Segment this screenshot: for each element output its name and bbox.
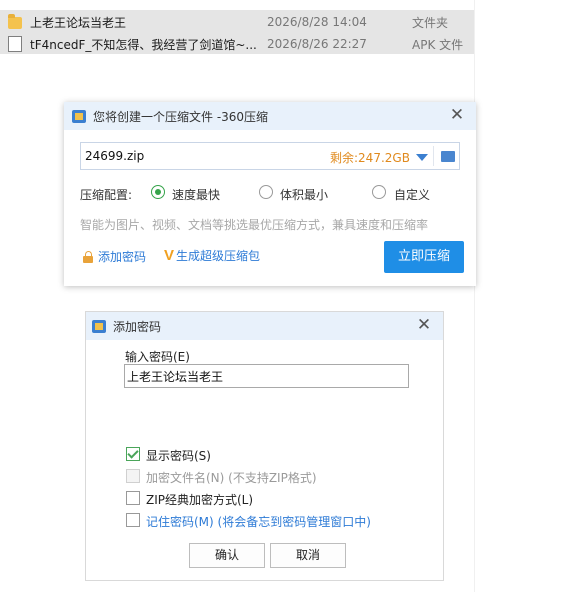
compress-dialog-title: 您将创建一个压缩文件 -360压缩 [93,109,269,124]
radio-custom[interactable] [372,185,386,199]
compress-dialog-titlebar[interactable]: 您将创建一个压缩文件 -360压缩 ✕ [64,102,476,130]
archive-path-field[interactable]: 24699.zip 剩余:247.2GB [80,142,460,170]
radio-fastest[interactable] [151,185,165,199]
radio-custom-label[interactable]: 自定义 [394,186,430,203]
file-row[interactable]: tF4ncedF_不知怎得、我经营了剑道馆~... 2026/8/26 22:2… [5,33,474,55]
confirm-button[interactable]: 确认 [189,543,265,568]
password-dialog-titlebar[interactable]: 添加密码 ✕ [86,312,443,340]
close-icon[interactable]: ✕ [415,316,433,334]
show-password-label[interactable]: 显示密码(S) [146,447,211,464]
lock-icon [82,250,94,263]
folder-icon [441,151,455,162]
folder-icon [8,14,22,29]
vip-icon: V [164,247,175,264]
radio-smallest[interactable] [259,185,273,199]
password-input-label: 输入密码(E) [125,350,190,364]
show-password-checkbox[interactable] [126,447,140,461]
encrypt-filenames-label: 加密文件名(N) (不支持ZIP格式) [146,471,317,485]
add-password-label[interactable]: 添加密码 [98,248,146,265]
compress-dialog: 您将创建一个压缩文件 -360压缩 ✕ 24699.zip 剩余:247.2GB… [64,102,476,286]
cancel-button[interactable]: 取消 [270,543,346,568]
browse-folder-button[interactable] [433,146,461,166]
config-label: 压缩配置: [80,188,133,202]
file-name: 上老王论坛当老王 [30,15,127,30]
remember-password-checkbox[interactable] [126,513,140,527]
radio-smallest-label[interactable]: 体积最小 [280,186,328,203]
close-icon[interactable]: ✕ [448,106,466,124]
compress-config: 压缩配置: 速度最快 体积最小 自定义 [80,185,450,203]
super-zip-link[interactable]: V 生成超级压缩包 [164,247,260,264]
add-password-link[interactable]: 添加密码 [82,248,146,265]
file-type: APK 文件 [412,37,464,52]
archive-app-icon [92,319,106,333]
radio-fastest-label[interactable]: 速度最快 [172,186,220,203]
archive-app-icon [72,109,86,123]
chevron-down-icon[interactable] [416,154,428,161]
encrypt-filenames-checkbox[interactable] [126,469,140,483]
file-name: tF4ncedF_不知怎得、我经营了剑道馆~... [30,37,257,52]
password-dialog-title: 添加密码 [113,319,162,334]
pane-divider [474,0,475,592]
file-type: 文件夹 [412,15,449,30]
compress-now-button[interactable]: 立即压缩 [384,241,464,273]
remember-password-label[interactable]: 记住密码(M) (将会备忘到密码管理窗口中) [146,513,371,530]
file-date: 2026/8/28 14:04 [267,15,367,29]
super-zip-label[interactable]: 生成超级压缩包 [176,247,260,264]
file-icon [8,36,22,52]
zip-classic-label[interactable]: ZIP经典加密方式(L) [146,491,253,508]
password-dialog: 添加密码 ✕ 输入密码(E) 上老王论坛当老王 显示密码(S) 加密文件名(N)… [85,311,444,581]
password-input[interactable]: 上老王论坛当老王 [124,364,409,388]
archive-path-text[interactable]: 24699.zip [85,149,144,163]
file-date: 2026/8/26 22:27 [267,37,367,51]
free-space-label: 剩余:247.2GB [330,151,410,165]
file-row[interactable]: 上老王论坛当老王 2026/8/28 14:04 文件夹 [5,11,474,33]
zip-classic-checkbox[interactable] [126,491,140,505]
compress-hint: 智能为图片、视频、文档等挑选最优压缩方式，兼具速度和压缩率 [80,218,429,232]
